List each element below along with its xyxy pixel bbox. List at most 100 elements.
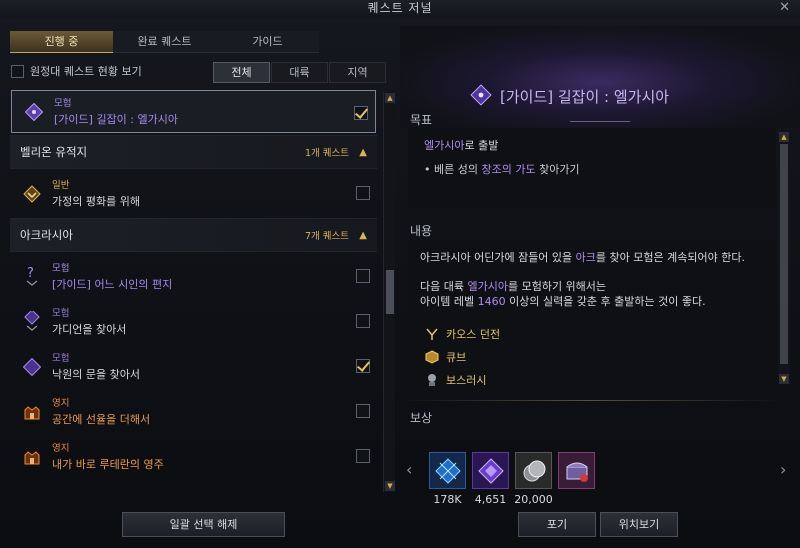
quest-category: 영지 (52, 397, 70, 409)
reward-heading: 보상 (410, 411, 433, 425)
reward-item[interactable]: 178K (426, 452, 469, 506)
chest-icon (558, 452, 595, 489)
guide-diamond-icon (470, 84, 492, 109)
reward-value: 4,651 (474, 493, 507, 506)
quest-checkbox[interactable] (356, 314, 370, 328)
purple-crystal-icon (472, 452, 509, 489)
section-header[interactable]: 아크라시아 7개 퀘스트 ▲ (10, 218, 377, 252)
boss-rush-icon (424, 372, 440, 388)
window-title: 퀘스트 저널 (367, 1, 433, 15)
quest-checkbox[interactable] (356, 186, 370, 200)
quest-banner: [가이드] 길잡이 : 엘가시아 (400, 26, 800, 128)
scroll-up-icon[interactable]: ▲ (385, 93, 395, 103)
normal-quest-icon (22, 184, 42, 204)
place-chaos-dungeon[interactable]: 카오스 던전 (424, 326, 500, 342)
svg-text:?: ? (27, 266, 34, 281)
expedition-label: 원정대 퀘스트 현황 보기 (30, 65, 142, 78)
filter-group: 전체 대륙 지역 (212, 62, 386, 83)
reward-value: 20,000 (514, 493, 553, 506)
list-item[interactable]: 영지 공간에 선율을 더해서 (10, 389, 377, 434)
list-item[interactable]: 모험 [가이드] 길잡이 : 엘가시아 (11, 90, 376, 133)
scroll-down-icon[interactable]: ▼ (779, 374, 789, 384)
section-name: 아크라시아 (20, 228, 73, 242)
adventure-diamond-icon (22, 310, 42, 332)
quest-category: 영지 (52, 442, 70, 454)
quest-category: 모험 (52, 352, 70, 364)
quest-checkbox[interactable] (356, 404, 370, 418)
list-item[interactable]: 모험 낙원의 문을 찾아서 (10, 344, 377, 389)
scroll-thumb[interactable] (780, 144, 788, 364)
quest-name: 가정의 평화를 위해 (52, 194, 140, 208)
filter-all[interactable]: 전체 (213, 62, 270, 83)
guide-diamond-icon (24, 102, 44, 122)
quest-description: 아크라시아 어딘가에 잠들어 있을 아크를 찾아 모험은 계속되어야 한다. 다… (420, 251, 745, 308)
expedition-toggle[interactable]: 원정대 퀘스트 현황 보기 (11, 63, 142, 79)
tab-guide[interactable]: 가이드 (216, 31, 319, 53)
tab-in-progress[interactable]: 진행 중 (10, 31, 113, 53)
scroll-thumb[interactable] (386, 270, 394, 314)
chevron-right-icon[interactable]: › (780, 460, 786, 479)
detail-scrollbar[interactable]: ▲ ▼ (778, 132, 790, 384)
stronghold-icon (22, 447, 42, 467)
filter-continent[interactable]: 대륙 (271, 62, 328, 83)
reward-value: 178K (433, 493, 462, 506)
section-name: 벨리온 유적지 (20, 145, 88, 159)
quest-list-scrollbar[interactable]: ▲ ▼ (383, 92, 395, 492)
title-bar: 퀘스트 저널 ✕ (0, 0, 800, 18)
content-heading: 내용 (410, 224, 433, 238)
blue-crystal-icon (429, 452, 466, 489)
quest-checkbox[interactable] (356, 359, 370, 373)
list-item[interactable]: 일반 가정의 평화를 위해 (10, 171, 377, 216)
chaos-dungeon-icon (424, 326, 440, 342)
quest-category: 일반 (52, 179, 70, 191)
abandon-button[interactable]: 포기 (518, 512, 596, 537)
quest-checkbox[interactable] (356, 449, 370, 463)
list-item[interactable]: ? 모험 [가이드] 어느 시인의 편지 (10, 254, 377, 299)
reward-item[interactable]: 20,000 (512, 452, 555, 506)
reward-item[interactable] (555, 452, 598, 506)
quest-name: 공간에 선율을 더해서 (52, 412, 151, 426)
expedition-checkbox[interactable] (11, 64, 24, 78)
place-boss-rush[interactable]: 보스러시 (424, 372, 486, 388)
locate-button[interactable]: 위치보기 (600, 512, 678, 537)
quest-name: 낙원의 문을 찾아서 (52, 367, 140, 381)
list-item[interactable]: 영지 내가 바로 루테란의 영주 (10, 434, 377, 479)
quest-name: 가디언을 찾아서 (52, 322, 127, 336)
quest-name: [가이드] 어느 시인의 편지 (52, 277, 173, 291)
place-cube[interactable]: 큐브 (424, 349, 466, 365)
filter-region[interactable]: 지역 (329, 62, 386, 83)
scroll-down-icon[interactable]: ▼ (385, 481, 395, 491)
stronghold-icon (22, 402, 42, 422)
adventure-diamond-icon (22, 357, 42, 377)
quest-category: 모험 (52, 307, 70, 319)
question-mark-icon: ? (22, 266, 42, 287)
quest-tabs: 진행 중 완료 퀘스트 가이드 (10, 31, 320, 53)
divider (400, 400, 780, 401)
quest-checkbox[interactable] (354, 106, 368, 120)
quest-list: 모험 [가이드] 길잡이 : 엘가시아 벨리온 유적지 1개 퀘스트 ▲ 일반 … (10, 90, 377, 494)
quest-category: 모험 (54, 97, 72, 109)
tab-completed[interactable]: 완료 퀘스트 (113, 31, 216, 53)
section-count: 1개 퀘스트 (304, 148, 349, 159)
silver-coin-icon (515, 452, 552, 489)
quest-checkbox[interactable] (356, 269, 370, 283)
chevron-left-icon[interactable]: ‹ (406, 460, 412, 479)
goal-heading: 목표 (410, 113, 433, 127)
reward-item[interactable]: 4,651 (469, 452, 512, 506)
reward-list: 178K 4,651 20,000 (426, 452, 598, 506)
quest-journal-window: 퀘스트 저널 ✕ 진행 중 완료 퀘스트 가이드 원정대 퀘스트 현황 보기 전… (0, 0, 800, 548)
goal-main: 엘가시아로 출발 (424, 139, 499, 152)
chevron-up-icon[interactable]: ▲ (359, 147, 367, 158)
divider (570, 121, 630, 122)
quest-category: 모험 (52, 262, 70, 274)
list-item[interactable]: 모험 가디언을 찾아서 (10, 299, 377, 344)
goal-sub: • 베른 성의 창조의 가도 찾아가기 (424, 163, 580, 176)
cube-icon (424, 349, 440, 365)
section-header[interactable]: 벨리온 유적지 1개 퀘스트 ▲ (10, 135, 377, 169)
quest-name: [가이드] 길잡이 : 엘가시아 (54, 112, 178, 126)
scroll-up-icon[interactable]: ▲ (779, 132, 789, 142)
chevron-up-icon[interactable]: ▲ (359, 230, 367, 241)
close-icon[interactable]: ✕ (779, 0, 790, 16)
quest-name: 내가 바로 루테란의 영주 (52, 457, 164, 471)
deselect-all-button[interactable]: 일괄 선택 해제 (122, 512, 285, 537)
